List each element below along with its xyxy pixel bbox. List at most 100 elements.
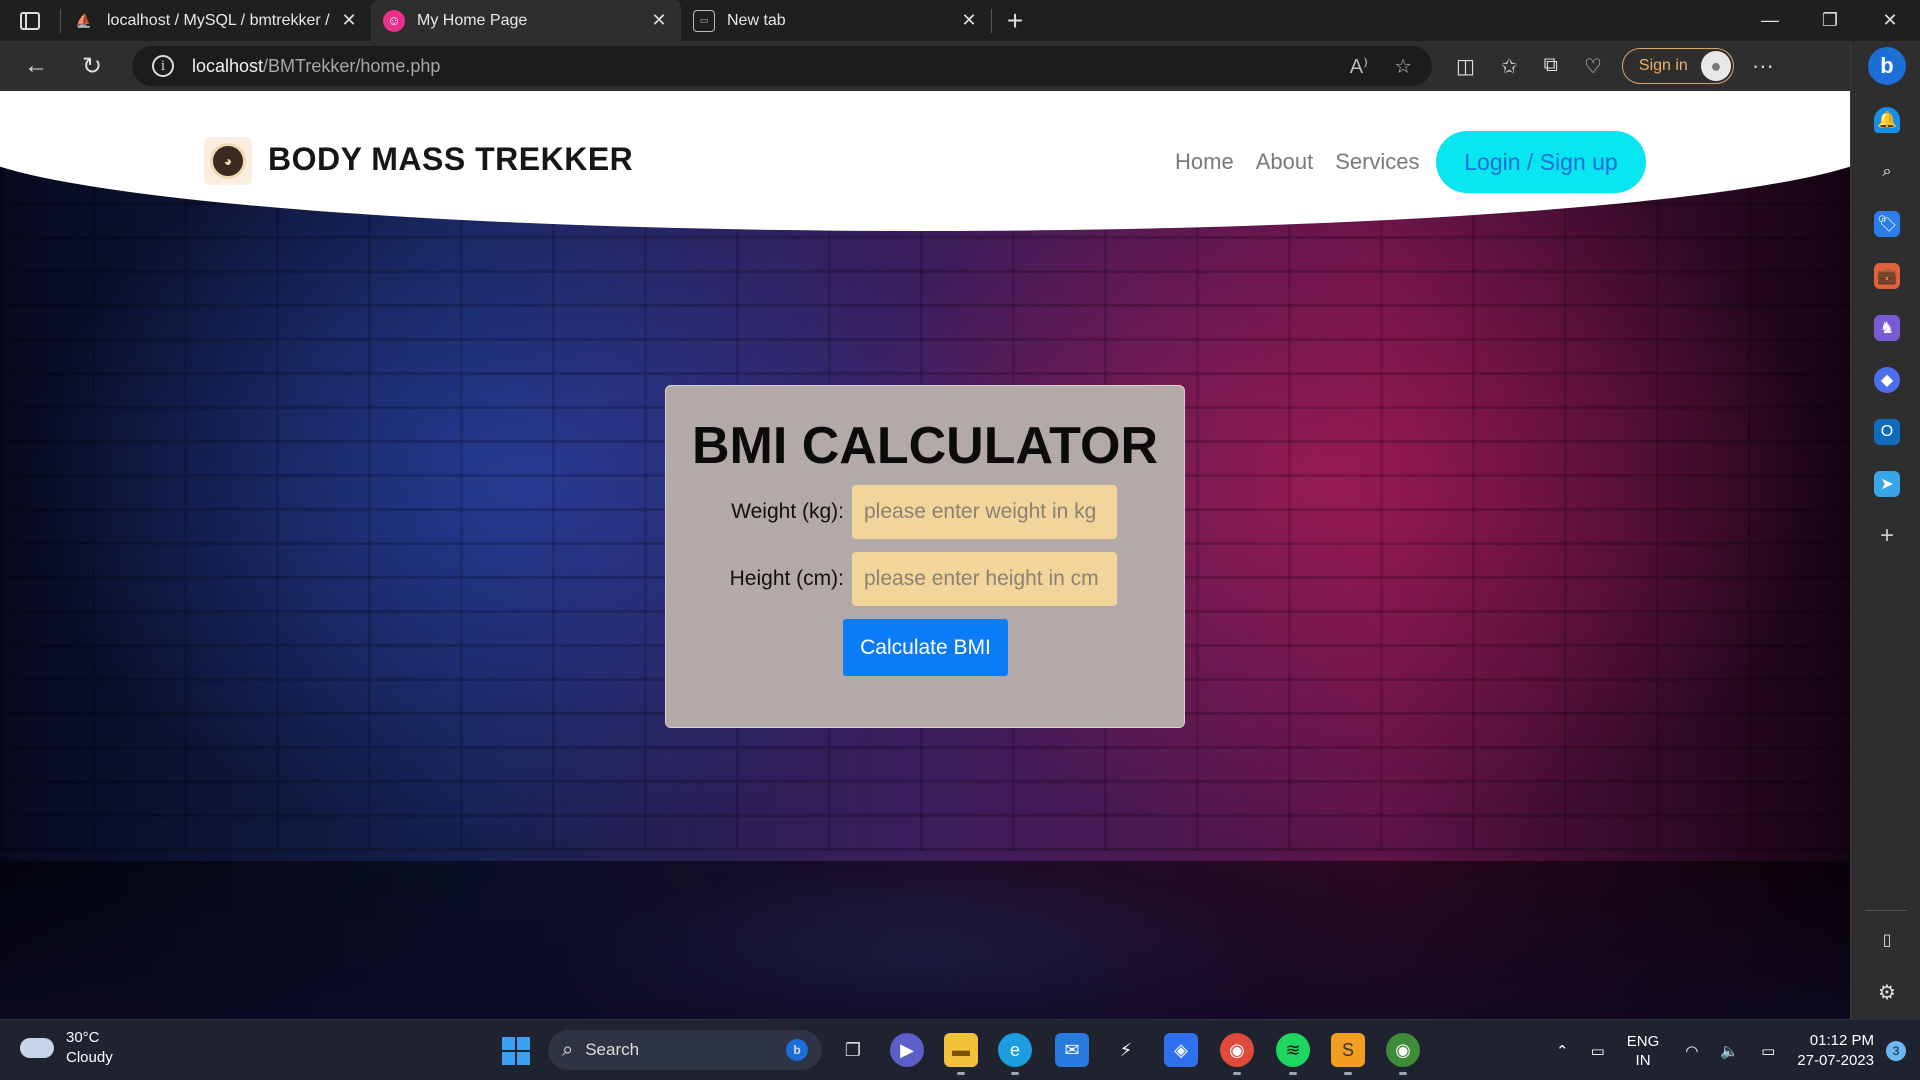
sublime-text-icon[interactable]: S (1331, 1033, 1365, 1075)
tab-strip: ⛵ localhost / MySQL / bmtrekker / ✕ ☺ My… (0, 0, 1920, 41)
microsoft-365-icon[interactable]: ◆ (1874, 367, 1900, 393)
sidebar-divider (1865, 910, 1907, 911)
height-row: Height (cm): (666, 552, 1184, 606)
windows-taskbar: 30°C Cloudy ⌕ Search b ❐ ▶ ▬ e ✉ ⚡ ◈ ◉ ≋… (0, 1019, 1920, 1080)
settings-gear-icon[interactable]: ⚙ (1874, 979, 1900, 1005)
brand-name[interactable]: BODY MASS TREKKER (268, 141, 633, 178)
dropbox-icon[interactable]: ◈ (1164, 1033, 1198, 1067)
search-icon[interactable]: ⌕ (1874, 159, 1900, 185)
weight-row: Weight (kg): (666, 485, 1184, 539)
edge-browser-icon[interactable]: e (998, 1033, 1032, 1075)
system-tray: ⌃ ▭ ENG IN ◠ 🔈 ▭ 01:12 PM 27-07-2023 3 (1556, 1020, 1920, 1080)
vs-tool-icon[interactable]: ⚡ (1109, 1033, 1143, 1067)
close-tab-icon[interactable]: ✕ (959, 10, 979, 31)
nav-home-link[interactable]: Home (1175, 149, 1234, 175)
minimize-icon[interactable]: — (1740, 0, 1800, 41)
refresh-icon[interactable]: ↻ (64, 52, 120, 81)
tab-title: New tab (727, 11, 786, 29)
window-controls: — ❐ ✕ (1740, 0, 1920, 41)
cloud-icon (20, 1038, 54, 1058)
chrome-icon[interactable]: ◉ (1220, 1033, 1254, 1075)
show-hidden-icons-chevron-icon[interactable]: ⌃ (1556, 1042, 1569, 1060)
language-indicator[interactable]: ENG IN (1627, 1032, 1660, 1070)
page-viewport: ◕ BODY MASS TREKKER Home About Services … (0, 91, 1850, 1019)
games-icon[interactable]: ♞ (1874, 315, 1900, 341)
weather-desc: Cloudy (66, 1049, 113, 1066)
browser-toolbar: ← ↻ i localhost /BMTrekker/home.php A⁾ ☆… (0, 41, 1920, 91)
restore-icon[interactable]: ❐ (1800, 0, 1860, 41)
login-signup-button[interactable]: Login / Sign up (1436, 131, 1646, 193)
bmi-calculator-card: BMI CALCULATOR Weight (kg): Height (cm):… (665, 385, 1185, 728)
newtab-page-icon: ▭ (693, 9, 715, 32)
teams-chat-icon[interactable]: ▶ (890, 1033, 924, 1067)
new-tab-button[interactable]: + (992, 0, 1038, 41)
tab-phpmyadmin[interactable]: ⛵ localhost / MySQL / bmtrekker / ✕ (61, 0, 371, 41)
nav-about-link[interactable]: About (1256, 149, 1314, 175)
search-icon: ⌕ (562, 1038, 574, 1061)
weight-label: Weight (kg): (731, 500, 844, 523)
site-favicon-icon: ☺ (383, 9, 405, 32)
sign-in-button[interactable]: Sign in ● (1621, 48, 1734, 84)
favorites-icon[interactable]: ✩ (1501, 54, 1518, 79)
clock-date: 27-07-2023 (1797, 1051, 1874, 1069)
vertical-tabs-icon (20, 11, 40, 30)
tab-my-home-page[interactable]: ☺ My Home Page ✕ (371, 0, 681, 41)
address-bar-actions: A⁾ ☆ (1350, 54, 1412, 79)
tools-briefcase-icon[interactable]: 💼 (1874, 263, 1900, 289)
add-sidebar-app-icon[interactable]: + (1874, 522, 1900, 549)
tab-new-tab[interactable]: ▭ New tab ✕ (681, 0, 991, 41)
system-clock[interactable]: 01:12 PM 27-07-2023 (1797, 1031, 1874, 1071)
tablet-mode-icon[interactable]: ▭ (1591, 1042, 1605, 1060)
site-logo[interactable]: ◕ (204, 137, 252, 185)
nav-services-link[interactable]: Services (1335, 149, 1419, 175)
address-bar[interactable]: i localhost /BMTrekker/home.php A⁾ ☆ (132, 46, 1432, 86)
task-view-icon[interactable]: ❐ (836, 1033, 870, 1067)
chrome-profile-icon[interactable]: ◉ (1386, 1033, 1420, 1075)
battery-icon[interactable]: ▭ (1761, 1042, 1775, 1060)
volume-icon[interactable]: 🔈 (1720, 1042, 1739, 1060)
taskbar-search[interactable]: ⌕ Search b (548, 1030, 822, 1070)
bmi-title: BMI CALCULATOR (691, 417, 1159, 475)
weather-widget[interactable]: 30°C Cloudy (20, 1028, 113, 1068)
search-label: Search (585, 1040, 640, 1059)
mail-icon[interactable]: ✉ (1055, 1033, 1089, 1067)
more-options-icon[interactable]: ··· (1752, 53, 1774, 79)
height-label: Height (cm): (729, 567, 844, 590)
bing-copilot-icon[interactable]: b (1868, 47, 1906, 85)
collections-icon[interactable]: ⧉ (1544, 54, 1558, 79)
notification-badge[interactable]: 3 (1886, 1040, 1906, 1061)
back-arrow-icon[interactable]: ← (8, 52, 64, 80)
height-input[interactable] (852, 552, 1117, 606)
spotify-icon[interactable]: ≋ (1276, 1033, 1310, 1075)
close-window-icon[interactable]: ✕ (1860, 0, 1920, 41)
wifi-icon[interactable]: ◠ (1685, 1042, 1698, 1060)
site-info-icon[interactable]: i (152, 55, 174, 77)
tab-actions-button[interactable] (0, 0, 60, 41)
profile-avatar-icon: ● (1700, 51, 1731, 81)
windows-start-icon[interactable] (502, 1037, 530, 1065)
file-explorer-icon[interactable]: ▬ (944, 1033, 978, 1075)
tab-title: localhost / MySQL / bmtrekker / (107, 11, 330, 29)
lang-top: ENG (1626, 1032, 1660, 1050)
clock-time: 01:12 PM (1809, 1031, 1874, 1049)
split-screen-icon[interactable]: ◫ (1456, 54, 1475, 79)
outlook-icon[interactable]: O (1874, 419, 1900, 445)
phpmyadmin-icon: ⛵ (75, 12, 93, 28)
weight-input[interactable] (852, 485, 1117, 539)
favorite-star-icon[interactable]: ☆ (1394, 54, 1412, 79)
shopping-tag-icon[interactable]: 🏷 (1874, 211, 1900, 237)
url-host: localhost (192, 55, 264, 76)
url-path: /BMTrekker/home.php (263, 55, 441, 76)
browser-essentials-icon[interactable]: ♡ (1584, 54, 1602, 79)
notifications-bell-icon[interactable]: 🔔 (1874, 107, 1900, 133)
drop-send-icon[interactable]: ➤ (1874, 471, 1900, 497)
read-aloud-icon[interactable]: A⁾ (1350, 54, 1368, 79)
weather-temp: 30°C (66, 1029, 100, 1046)
calculate-bmi-button[interactable]: Calculate BMI (843, 619, 1008, 676)
toolbar-icons: ◫ ✩ ⧉ ♡ (1456, 54, 1602, 79)
hide-sidebar-icon[interactable]: ▯ (1874, 927, 1900, 953)
site-navbar: ◕ BODY MASS TREKKER Home About Services … (0, 91, 1850, 231)
edge-sidebar: b 🔔 ⌕ 🏷 💼 ♞ ◆ O ➤ + ▯ ⚙ (1850, 41, 1920, 1019)
close-tab-icon[interactable]: ✕ (339, 10, 359, 31)
close-tab-icon[interactable]: ✕ (649, 10, 669, 31)
